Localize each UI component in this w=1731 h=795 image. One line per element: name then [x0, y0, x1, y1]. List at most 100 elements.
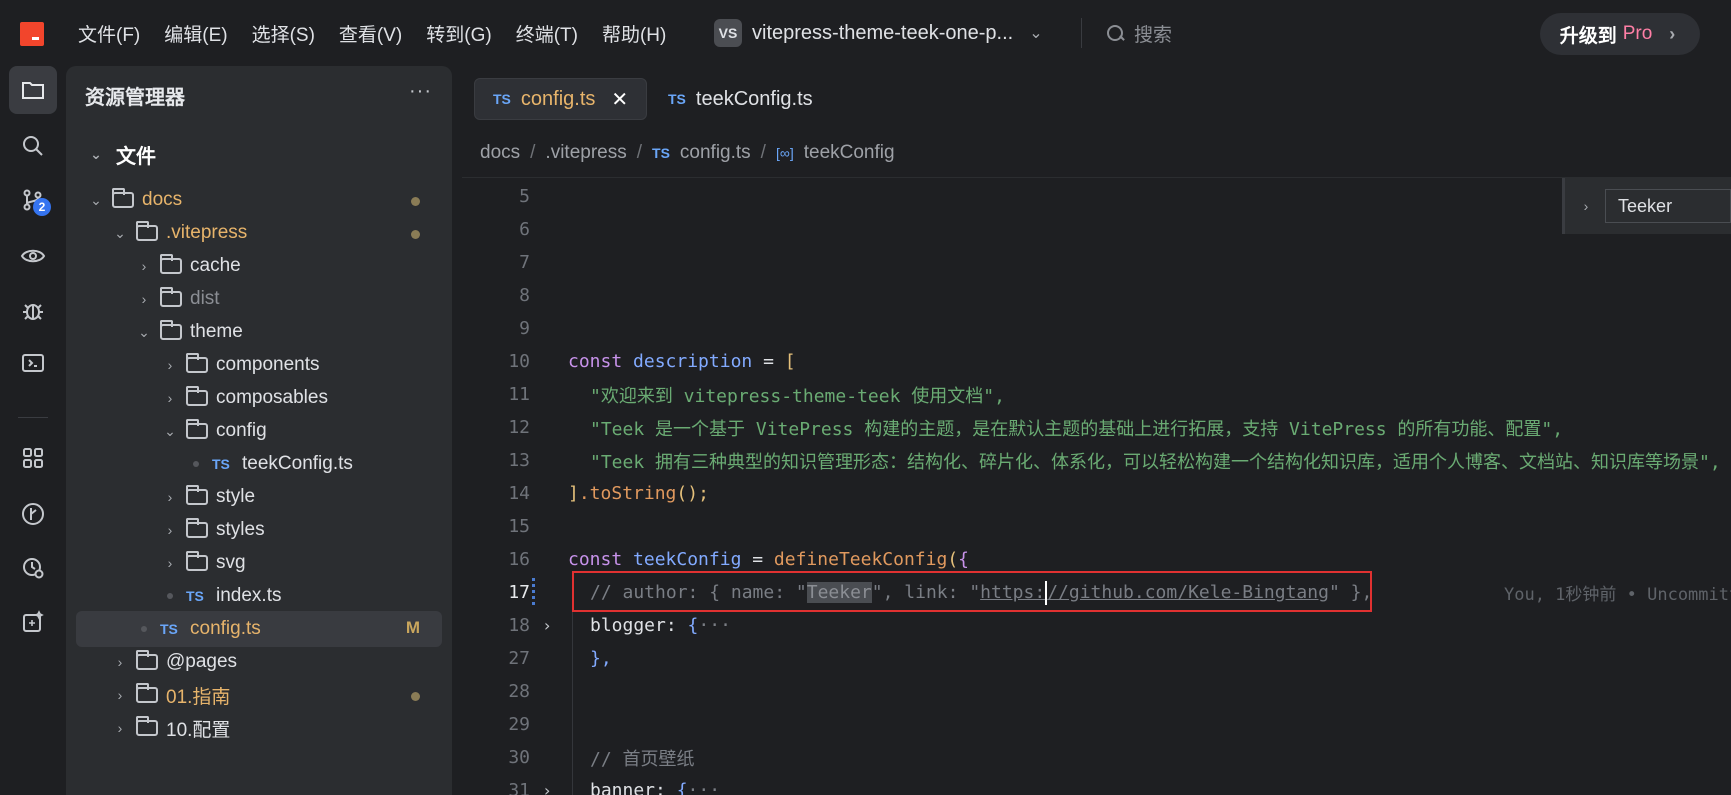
line-number: 17 [508, 582, 530, 603]
chevron-right-icon: › [117, 687, 123, 703]
folder-icon [186, 386, 208, 406]
line-number: 28 [508, 681, 530, 702]
breadcrumb-docs[interactable]: docs [480, 142, 520, 164]
search-box[interactable]: 搜索 [1106, 17, 1172, 49]
code-line: 29 [462, 708, 1731, 741]
explorer-panel: 资源管理器 ··· ⌄ 文件 ⌄ docs ⌄ .vitepress › cac… [66, 66, 452, 795]
title-bar: 文件(F) 编辑(E) 选择(S) 查看(V) 转到(G) 终端(T) 帮助(H… [0, 0, 1731, 66]
project-name: vitepress-theme-teek-one-p... [752, 21, 1014, 44]
chevron-right-icon: › [141, 291, 147, 307]
variable-symbol-icon: [∞] [775, 145, 794, 161]
chevron-right-icon: › [167, 357, 173, 373]
tree-item-config[interactable]: ⌄ config [76, 413, 442, 449]
tree-item-index-ts[interactable]: TS index.ts [76, 578, 442, 614]
tree-item-label: svg [216, 552, 246, 573]
typescript-file-icon: TS [668, 91, 686, 107]
breadcrumb-separator: / [636, 142, 643, 163]
find-widget: › Teeker [1562, 178, 1731, 234]
code-line: 30 // 首页壁纸 [462, 741, 1731, 774]
folder-icon [136, 650, 158, 670]
more-actions-icon[interactable]: ··· [409, 80, 432, 103]
tree-item-components[interactable]: › components [76, 347, 442, 383]
line-number: 12 [508, 417, 530, 438]
tree-item-pages[interactable]: › @pages [76, 644, 442, 680]
tree-item-styles[interactable]: › styles [76, 512, 442, 548]
breadcrumb-config-ts[interactable]: config.ts [680, 142, 751, 164]
tree-item-composables[interactable]: › composables [76, 380, 442, 416]
code-line: 14 ].toString(); [462, 477, 1731, 510]
upgrade-pro-button[interactable]: 升级到 Pro › [1540, 13, 1700, 55]
breadcrumb-teekconfig[interactable]: teekConfig [804, 142, 895, 164]
chevron-right-icon: › [167, 555, 173, 571]
tree-item-teekconfig-ts[interactable]: TS teekConfig.ts [76, 446, 442, 482]
explorer-icon[interactable] [9, 66, 57, 114]
files-section-header[interactable]: ⌄ 文件 [88, 140, 156, 169]
menu-view[interactable]: 查看(V) [339, 20, 402, 47]
tab-label: teekConfig.ts [695, 87, 813, 110]
bug-icon[interactable] [9, 286, 57, 334]
code-line: 15 [462, 510, 1731, 543]
chevron-right-icon[interactable]: › [1579, 198, 1593, 214]
code-text: }, [590, 648, 612, 669]
tree-item-docs[interactable]: ⌄ docs [76, 182, 442, 218]
git-blame-hint: You, 1秒钟前 • Uncommitted changes [1504, 585, 1731, 605]
timeline-icon[interactable] [9, 544, 57, 592]
code-line: 6 [462, 213, 1731, 246]
activity-separator [18, 417, 48, 418]
remote-icon[interactable] [9, 340, 57, 388]
explorer-title: 资源管理器 [85, 87, 185, 109]
typescript-file-icon: TS [493, 91, 511, 107]
ai-assistant-icon[interactable] [9, 598, 57, 646]
code-text: const teekConfig = defineTeekConfig({ [568, 549, 969, 570]
tree-item-cache[interactable]: › cache [76, 248, 442, 284]
tree-item-label: docs [142, 189, 183, 210]
code-line: 7 [462, 246, 1731, 279]
folder-open-icon [160, 320, 182, 340]
menu-selection[interactable]: 选择(S) [252, 20, 315, 47]
menu-terminal[interactable]: 终端(T) [516, 20, 578, 47]
tree-item-guide[interactable]: › 01.指南 [76, 677, 442, 713]
tree-item-label: config.ts [190, 618, 261, 639]
fold-chevron-icon[interactable]: › [544, 616, 550, 635]
close-icon[interactable]: ✕ [611, 87, 628, 112]
project-switcher[interactable]: VS vitepress-theme-teek-one-p... ⌄ [714, 17, 1043, 49]
menu-file[interactable]: 文件(F) [78, 20, 140, 47]
modified-badge: M [405, 618, 420, 637]
line-number: 15 [508, 516, 530, 537]
git-graph-icon[interactable] [9, 490, 57, 538]
menu-help[interactable]: 帮助(H) [602, 20, 666, 47]
tree-item-label: teekConfig.ts [242, 453, 353, 474]
fold-chevron-icon[interactable]: › [544, 781, 550, 795]
folder-icon [186, 551, 208, 571]
search-view-icon[interactable] [9, 122, 57, 170]
tab-config-ts[interactable]: TS config.ts ✕ [474, 78, 648, 120]
tree-item-svg[interactable]: › svg [76, 545, 442, 581]
chevron-right-icon: › [1669, 23, 1676, 44]
breadcrumb-vitepress[interactable]: .vitepress [545, 142, 626, 164]
breadcrumb-separator: / [760, 142, 766, 163]
tab-teekconfig-ts[interactable]: TS teekConfig.ts [650, 78, 831, 120]
line-number: 7 [519, 252, 530, 273]
app-logo-icon [20, 22, 44, 46]
folder-icon [186, 485, 208, 505]
tree-item-style[interactable]: › style [76, 479, 442, 515]
find-input[interactable]: Teeker [1605, 189, 1731, 223]
tree-item-dist[interactable]: › dist [76, 281, 442, 317]
chevron-right-icon: › [117, 720, 123, 736]
tree-item-config-ts[interactable]: TS config.ts M [76, 611, 442, 647]
tree-item-theme[interactable]: ⌄ theme [76, 314, 442, 350]
run-debug-icon[interactable] [9, 232, 57, 280]
extensions-icon[interactable] [9, 434, 57, 482]
menu-edit[interactable]: 编辑(E) [164, 20, 227, 47]
code-line: 9 [462, 312, 1731, 345]
source-control-icon[interactable]: 2 [9, 176, 57, 224]
chevron-down-icon: ⌄ [164, 422, 176, 439]
code-editor[interactable]: 5 6 7 8 9 10 const description = [ 11 "欢… [462, 178, 1731, 795]
tree-item-config-folder[interactable]: › 10.配置 [76, 710, 442, 746]
tree-item-label: styles [216, 519, 265, 540]
menu-goto[interactable]: 转到(G) [426, 20, 491, 47]
tree-item-label: 01.指南 [166, 686, 231, 708]
typescript-file-icon: TS [186, 588, 204, 604]
line-number: 11 [508, 384, 530, 405]
tree-item-vitepress[interactable]: ⌄ .vitepress [76, 215, 442, 251]
